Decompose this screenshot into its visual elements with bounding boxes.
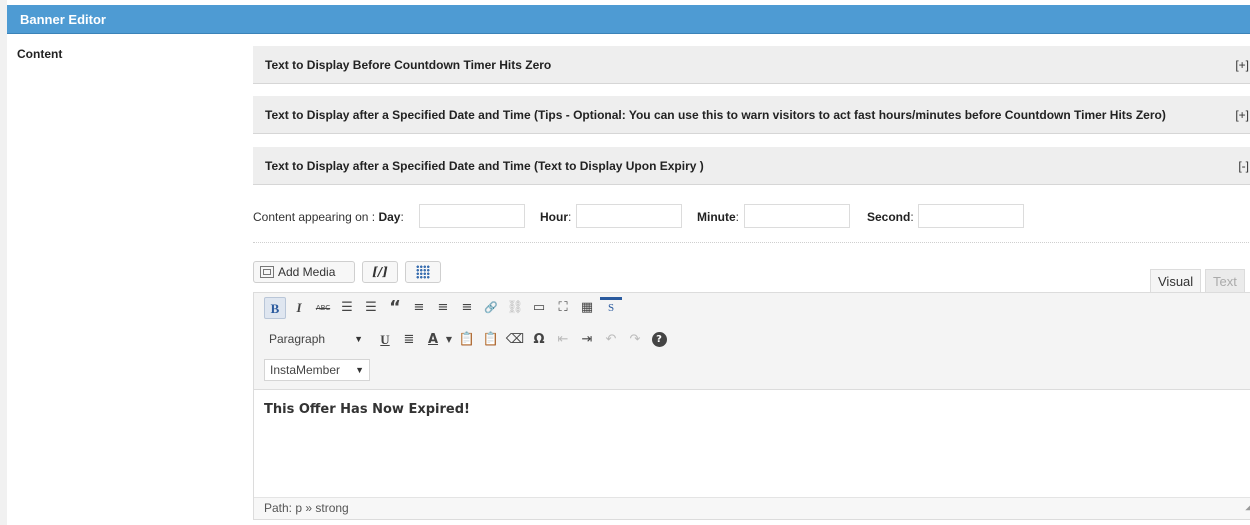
second-input[interactable] xyxy=(918,204,1024,228)
accordion-before-countdown[interactable]: Text to Display Before Countdown Timer H… xyxy=(253,46,1250,84)
justify-icon[interactable]: ≣ xyxy=(398,329,420,351)
accordion-title: Text to Display after a Specified Date a… xyxy=(265,108,1166,122)
editor-content-text: This Offer Has Now Expired! xyxy=(264,402,470,417)
align-center-icon[interactable]: ≡ xyxy=(432,297,454,319)
insert-more-icon[interactable]: ▭ xyxy=(528,297,550,319)
unlink-icon[interactable]: ⛓ xyxy=(504,297,526,319)
hour-label: Hour: xyxy=(540,210,572,224)
redo-icon[interactable]: ↷ xyxy=(624,329,646,351)
grid-insert-button[interactable] xyxy=(405,261,441,283)
expiry-schedule-row: Content appearing on : Day: Hour: Minute… xyxy=(253,204,1250,230)
outdent-icon[interactable]: ⇤ xyxy=(552,329,574,351)
instamember-label: InstaMember xyxy=(270,363,341,377)
shortcode-button[interactable]: [/] xyxy=(362,261,398,283)
underline-icon[interactable]: U xyxy=(374,329,396,351)
divider xyxy=(253,242,1250,243)
bold-icon[interactable]: B xyxy=(264,297,286,319)
accordion-title: Text to Display Before Countdown Timer H… xyxy=(265,58,552,72)
format-select-value: Paragraph xyxy=(269,332,326,346)
schedule-day-label: Content appearing on : Day: xyxy=(253,210,404,224)
hour-input[interactable] xyxy=(576,204,682,228)
panel-title: Banner Editor xyxy=(7,5,1250,34)
resize-handle-icon[interactable]: ◢ xyxy=(1245,496,1250,517)
italic-icon[interactable]: I xyxy=(288,297,310,319)
undo-icon[interactable]: ↶ xyxy=(600,329,622,351)
banner-editor-panel: Banner Editor Content Text to Display Be… xyxy=(0,0,1250,525)
expand-toggle[interactable]: [+] xyxy=(1235,96,1249,134)
rich-text-editor: B I ABC ☰ ☰ “ ≡ ≡ ≡ 🔗 ⛓ ▭ ⛶ ▦ S Paragrap… xyxy=(253,292,1250,520)
editor-toolbar: B I ABC ☰ ☰ “ ≡ ≡ ≡ 🔗 ⛓ ▭ ⛶ ▦ S Paragrap… xyxy=(254,293,1250,390)
toolbar-row-2: Paragraph ▼ U ≣ A ▼ 📋 📋 ⌫ Ω ⇤ ⇥ ↶ ↷ ? xyxy=(264,329,764,353)
paste-text-icon[interactable]: 📋 xyxy=(456,329,478,351)
element-path: Path: p » strong xyxy=(264,501,349,515)
bullet-list-icon[interactable]: ☰ xyxy=(336,297,358,319)
help-icon[interactable]: ? xyxy=(648,329,670,351)
shortcode-icon: [/] xyxy=(372,265,388,279)
kitchen-sink-icon[interactable]: ▦ xyxy=(576,297,598,319)
link-icon[interactable]: 🔗 xyxy=(480,297,502,319)
align-right-icon[interactable]: ≡ xyxy=(456,297,478,319)
blockquote-icon[interactable]: “ xyxy=(384,297,406,319)
editor-content-area[interactable]: This Offer Has Now Expired! xyxy=(254,390,1250,499)
toolbar-row-1: B I ABC ☰ ☰ “ ≡ ≡ ≡ 🔗 ⛓ ▭ ⛶ ▦ S xyxy=(264,297,724,321)
special-character-icon[interactable]: Ω xyxy=(528,329,550,351)
fullscreen-icon[interactable]: ⛶ xyxy=(552,297,574,319)
collapse-toggle[interactable]: [-] xyxy=(1238,147,1249,185)
tab-text[interactable]: Text xyxy=(1205,269,1245,293)
expand-toggle[interactable]: [+] xyxy=(1235,46,1249,84)
format-select[interactable]: Paragraph ▼ xyxy=(264,329,368,351)
shortcode-s-icon[interactable]: S xyxy=(600,297,622,317)
content-label: Content xyxy=(17,47,63,61)
clear-formatting-icon[interactable]: ⌫ xyxy=(504,329,526,351)
tab-visual[interactable]: Visual xyxy=(1150,269,1202,293)
numbered-list-icon[interactable]: ☰ xyxy=(360,297,382,319)
accordion-upon-expiry[interactable]: Text to Display after a Specified Date a… xyxy=(253,147,1250,185)
grid-icon xyxy=(416,265,430,279)
align-left-icon[interactable]: ≡ xyxy=(408,297,430,319)
chevron-down-icon: ▼ xyxy=(354,334,363,344)
instamember-dropdown[interactable]: InstaMember ▼ xyxy=(264,359,370,381)
add-media-label: Add Media xyxy=(278,265,336,279)
indent-icon[interactable]: ⇥ xyxy=(576,329,598,351)
day-input[interactable] xyxy=(419,204,525,228)
accordion-title: Text to Display after a Specified Date a… xyxy=(265,159,704,173)
media-icon xyxy=(260,266,274,278)
paste-word-icon[interactable]: 📋 xyxy=(480,329,502,351)
strikethrough-icon[interactable]: ABC xyxy=(312,297,334,319)
minute-input[interactable] xyxy=(744,204,850,228)
second-label: Second: xyxy=(867,210,914,224)
add-media-button[interactable]: Add Media xyxy=(253,261,355,283)
accordion-after-date-tips[interactable]: Text to Display after a Specified Date a… xyxy=(253,96,1250,134)
chevron-down-icon: ▼ xyxy=(355,365,364,375)
minute-label: Minute: xyxy=(697,210,740,224)
editor-statusbar: Path: p » strong ◢ xyxy=(254,497,1250,519)
